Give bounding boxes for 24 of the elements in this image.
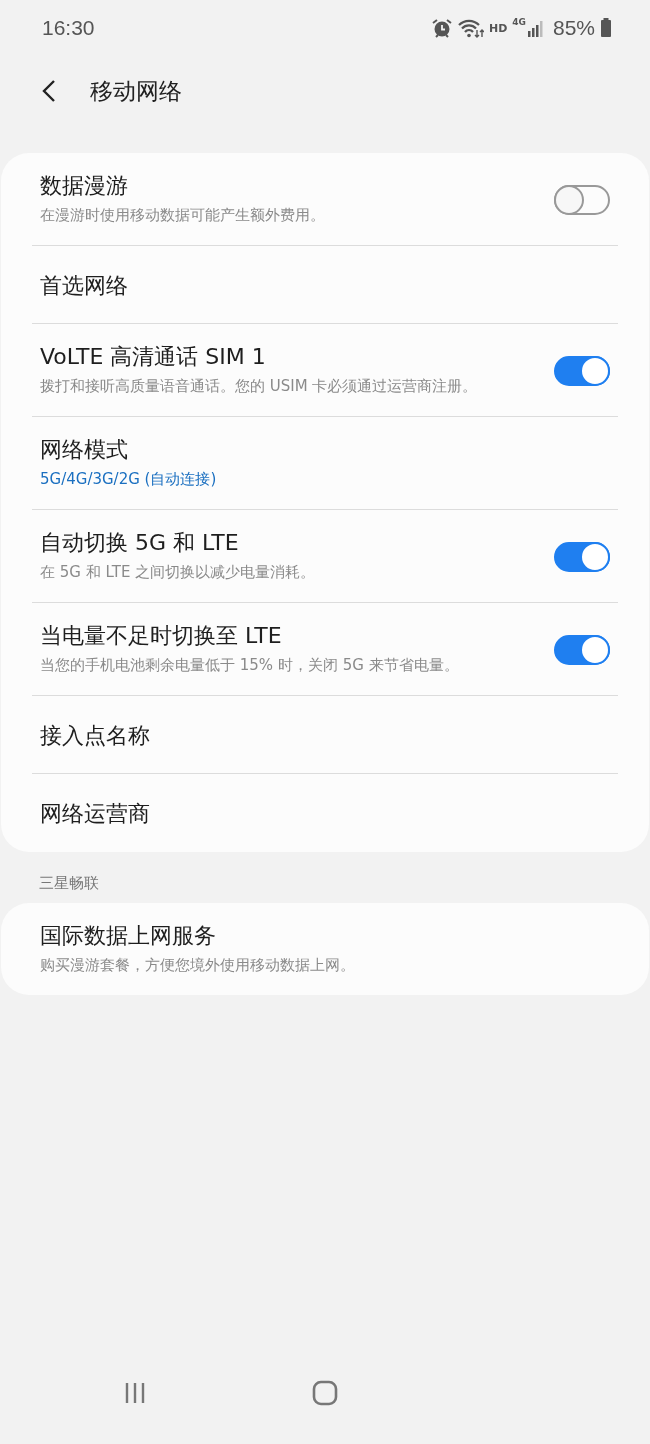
settings-item[interactable]: 网络模式 5G/4G/3G/2G (自动连接) — [32, 417, 618, 510]
toggle-switch[interactable] — [554, 635, 610, 665]
page-title: 移动网络 — [90, 76, 182, 106]
settings-item[interactable]: VoLTE 高清通话 SIM 1 拨打和接听高质量语音通话。您的 USIM 卡必须通过运营商注册。 — [32, 324, 618, 417]
settings-item[interactable]: 首选网络 — [32, 246, 618, 324]
battery-icon — [600, 17, 612, 39]
battery-percent: 85% — [552, 16, 595, 40]
toggle-switch[interactable] — [554, 185, 610, 215]
settings-item[interactable]: 当电量不足时切换至 LTE 当您的手机电池剩余电量低于 15% 时，关闭 5G 来节省电量。 — [32, 603, 618, 696]
hd-label: HD — [488, 21, 508, 35]
back-icon — [42, 79, 56, 103]
network-type-label: 4G — [512, 17, 526, 27]
wifi-icon — [457, 17, 484, 39]
home-icon — [312, 1380, 338, 1406]
settings-item[interactable]: 自动切换 5G 和 LTE 在 5G 和 LTE 之间切换以减少电量消耗。 — [32, 510, 618, 603]
toggle-switch[interactable] — [554, 356, 610, 386]
settings-item[interactable]: 网络运营商 — [32, 774, 618, 852]
settings-item[interactable]: 接入点名称 — [32, 696, 618, 774]
alarm-icon — [430, 17, 453, 39]
clock-time: 16:30 — [42, 16, 95, 40]
settings-item[interactable]: 数据漫游 在漫游时使用移动数据可能产生额外费用。 — [32, 153, 618, 246]
section-header: 三星畅联 — [38, 873, 100, 893]
toggle-switch[interactable] — [554, 542, 610, 572]
settings-item[interactable]: 国际数据上网服务 购买漫游套餐，方便您境外使用移动数据上网。 — [32, 903, 618, 995]
